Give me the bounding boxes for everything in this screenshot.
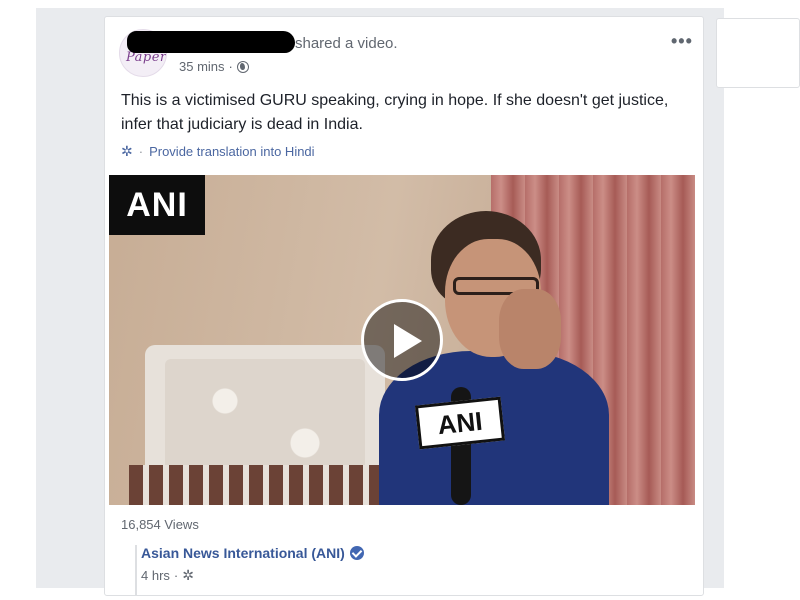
post-card: Paper shared a video. 35 mins · ••• This… [104, 16, 704, 596]
source-meta: 4 hrs · ✲ [141, 567, 364, 584]
redacted-author-name [127, 31, 295, 53]
verified-badge-icon [349, 546, 364, 560]
video-player[interactable]: ANI ANI [109, 175, 695, 505]
meta-separator: · [228, 59, 233, 74]
globe-icon [236, 60, 249, 73]
right-column-card [716, 18, 800, 88]
translation-separator: · [138, 144, 144, 159]
ani-logo: ANI [109, 175, 205, 235]
translation-link[interactable]: ✲ · Provide translation into Hindi [121, 143, 315, 160]
source-meta-separator: · [173, 568, 179, 583]
view-count: 16,854 Views [121, 517, 199, 532]
gear-icon: ✲ [182, 567, 194, 583]
source-timestamp[interactable]: 4 hrs [141, 568, 170, 583]
gear-icon: ✲ [121, 143, 133, 159]
original-post-source: Asian News International (ANI) 4 hrs · ✲ [135, 545, 364, 595]
person-hand [499, 289, 561, 369]
video-frame-sofa-base [129, 465, 409, 505]
microphone-flag: ANI [414, 396, 506, 450]
play-button[interactable] [361, 299, 443, 381]
source-page-link[interactable]: Asian News International (ANI) [141, 545, 364, 561]
microphone-flag-text: ANI [436, 405, 484, 440]
play-icon [394, 324, 422, 358]
source-page-name[interactable]: Asian News International (ANI) [141, 545, 345, 561]
translation-label[interactable]: Provide translation into Hindi [149, 144, 314, 159]
more-options-icon[interactable]: ••• [671, 31, 693, 52]
shared-video-text: shared a video. [295, 35, 398, 52]
post-timestamp[interactable]: 35 mins [179, 59, 225, 74]
post-meta: 35 mins · [179, 59, 249, 74]
post-text: This is a victimised GURU speaking, cryi… [121, 92, 669, 133]
